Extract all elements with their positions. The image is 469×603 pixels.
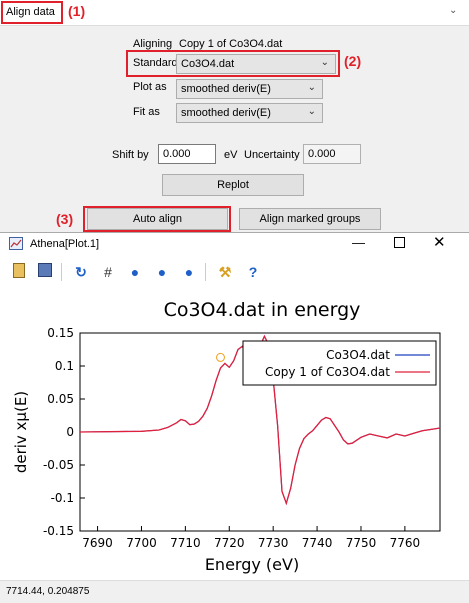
- legend-label-2: Copy 1 of Co3O4.dat: [265, 365, 390, 379]
- separator: [205, 263, 206, 281]
- close-icon[interactable]: ✕: [433, 233, 446, 251]
- align-marked-groups-button[interactable]: Align marked groups: [239, 208, 381, 230]
- uncertainty-input: 0.000: [303, 144, 361, 164]
- chevron-down-icon[interactable]: ⌄: [449, 5, 457, 16]
- zoom-right-icon[interactable]: ●: [153, 263, 171, 281]
- chart-title: Co3O4.dat in energy: [164, 299, 361, 321]
- help-icon[interactable]: ?: [244, 263, 262, 281]
- chevron-down-icon: ⌄: [307, 106, 316, 117]
- x-tick-label: 7730: [258, 536, 289, 550]
- chart-icon: [9, 237, 23, 250]
- y-tick-label: 0.15: [47, 326, 74, 340]
- aligning-value: Copy 1 of Co3O4.dat: [179, 38, 283, 50]
- x-tick-label: 7710: [170, 536, 201, 550]
- zoom-left-icon[interactable]: ●: [126, 263, 144, 281]
- chart: Co3O4.dat in energy 7690 7700 7710 7720 7730 7…: [12, 299, 441, 574]
- x-tick-label: 7760: [390, 536, 421, 550]
- zoom-reset-icon[interactable]: ●: [180, 263, 198, 281]
- minimize-icon[interactable]: —: [352, 235, 365, 250]
- aligning-label: Aligning: [133, 38, 173, 50]
- y-tick-label: 0.1: [55, 359, 74, 373]
- maximize-icon[interactable]: [394, 237, 405, 248]
- cursor-coordinates: 7714.44, 0.204875: [6, 586, 90, 597]
- refresh-icon[interactable]: ↻: [72, 263, 90, 281]
- highlight-box-1: [1, 1, 63, 24]
- settings-icon[interactable]: ⚒: [216, 263, 234, 281]
- separator: [61, 263, 62, 281]
- annotation-1: (1): [68, 3, 86, 19]
- x-tick-label: 7690: [82, 536, 113, 550]
- shift-unit-label: eV: [224, 149, 238, 161]
- replot-button[interactable]: Replot: [162, 174, 304, 196]
- y-tick-label: -0.1: [51, 491, 74, 505]
- x-tick-label: 7740: [302, 536, 333, 550]
- plot-as-label: Plot as: [133, 81, 167, 93]
- shift-by-input[interactable]: 0.000: [158, 144, 216, 164]
- plot-as-select[interactable]: smoothed deriv(E) ⌄: [176, 79, 323, 99]
- annotation-2: (2): [344, 53, 362, 69]
- x-tick-label: 7700: [126, 536, 157, 550]
- plot-window-title: Athena[Plot.1]: [30, 238, 100, 250]
- save-icon[interactable]: [36, 263, 54, 281]
- y-tick-label: 0: [66, 425, 74, 439]
- clipboard-icon[interactable]: [10, 263, 28, 281]
- standard-select-value: Co3O4.dat: [181, 58, 235, 70]
- standard-label: Standard: [133, 57, 178, 69]
- uncertainty-label: Uncertainty: [244, 149, 300, 161]
- shift-by-label: Shift by: [112, 149, 149, 161]
- fit-as-label: Fit as: [133, 106, 160, 118]
- y-tick-label: -0.05: [43, 458, 74, 472]
- plot-toolbar: [0, 258, 469, 288]
- y-tick-label: 0.05: [47, 392, 74, 406]
- grid-icon[interactable]: #: [99, 263, 117, 281]
- x-tick-label: 7720: [214, 536, 245, 550]
- chevron-down-icon: ⌄: [320, 57, 329, 68]
- fit-as-select-value: smoothed deriv(E): [181, 107, 271, 119]
- x-axis-label: Energy (eV): [205, 555, 299, 574]
- standard-select[interactable]: Co3O4.dat ⌄: [176, 54, 336, 74]
- legend-label-1: Co3O4.dat: [326, 348, 390, 362]
- plot-as-select-value: smoothed deriv(E): [181, 83, 271, 95]
- fit-as-select[interactable]: smoothed deriv(E) ⌄: [176, 103, 323, 123]
- y-axis-label: deriv xμ(E): [12, 391, 30, 473]
- auto-align-button[interactable]: Auto align: [87, 208, 228, 230]
- chevron-down-icon: ⌄: [307, 82, 316, 93]
- y-tick-label: -0.15: [43, 524, 74, 538]
- x-tick-label: 7750: [346, 536, 377, 550]
- annotation-3: (3): [56, 211, 74, 227]
